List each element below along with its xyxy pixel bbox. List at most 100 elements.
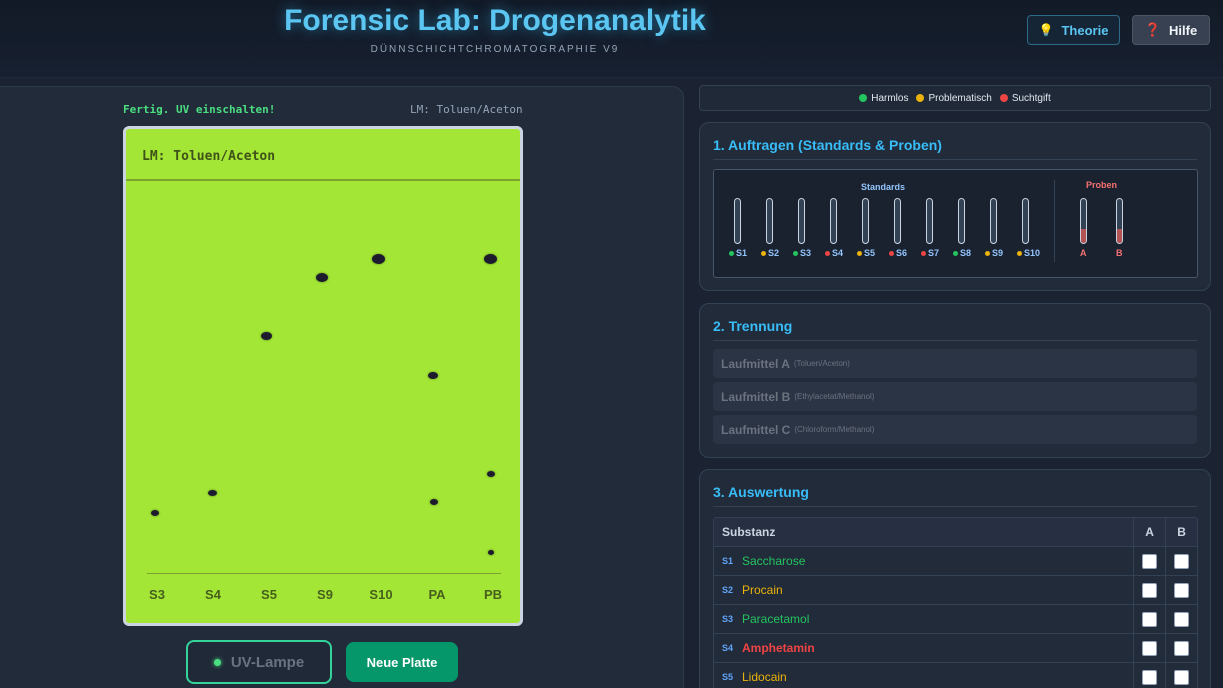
sample-label-b: B <box>1116 248 1123 258</box>
standard-label-s4: S4 <box>825 248 843 258</box>
solvent-b-button[interactable]: Laufmittel B (Ethylacetat/Methanol) <box>713 382 1197 411</box>
samples-label: Proben <box>1086 180 1118 190</box>
checkbox-b-s4[interactable] <box>1174 640 1190 656</box>
app-title: Forensic Lab: Drogenanalytik <box>284 4 706 37</box>
check-cell-a <box>1133 634 1165 662</box>
step3-card: 3. Auswertung Substanz A B S1 Saccharose S… <box>699 469 1211 688</box>
checkbox-b-s3[interactable] <box>1174 611 1190 627</box>
solvent-b-name: Laufmittel B <box>721 389 791 404</box>
standard-tube-s1[interactable] <box>734 198 741 244</box>
spot-s10 <box>372 254 385 264</box>
step2-title: 2. Trennung <box>713 318 1197 341</box>
solvent-info: LM: Toluen/Aceton <box>410 103 523 116</box>
standard-tube-s8[interactable] <box>958 198 965 244</box>
apply-panel: Standards Proben S1 S2 S3 S4 S5 S6 S7 S8 S9 S10 A B <box>713 169 1198 278</box>
category-dot-icon <box>985 250 990 256</box>
check-cell-a <box>1133 547 1165 575</box>
substance-id: S4 <box>722 643 734 653</box>
checkbox-b-s1[interactable] <box>1174 553 1190 569</box>
standard-label-s8: S8 <box>953 248 971 258</box>
header-substance: Substanz <box>722 525 776 539</box>
new-plate-button[interactable]: Neue Platte <box>346 642 458 682</box>
red-dot-icon <box>999 94 1008 102</box>
uv-lamp-button[interactable]: UV-Lampe <box>186 640 332 684</box>
checkbox-a-s4[interactable] <box>1142 640 1158 656</box>
lane-label: S9 <box>317 587 333 602</box>
solvent-c-button[interactable]: Laufmittel C (Chloroform/Methanol) <box>713 415 1197 444</box>
table-header: Substanz A B <box>714 518 1197 547</box>
table-row: S3 Paracetamol <box>714 605 1197 634</box>
spot-pb-1 <box>484 254 497 264</box>
standard-label-s7: S7 <box>921 248 939 258</box>
start-line <box>147 573 501 574</box>
help-button[interactable]: ❓ Hilfe <box>1132 15 1210 45</box>
category-dot-icon <box>1017 250 1022 256</box>
standard-label-s3: S3 <box>793 248 811 258</box>
solvent-c-sub: (Chloroform/Methanol) <box>794 425 875 434</box>
yellow-dot-icon <box>916 94 925 102</box>
standard-tube-s7[interactable] <box>926 198 933 244</box>
checkbox-b-s2[interactable] <box>1174 582 1190 598</box>
checkbox-a-s1[interactable] <box>1142 553 1158 569</box>
checkbox-a-s2[interactable] <box>1142 582 1158 598</box>
plate-solvent-label: LM: Toluen/Aceton <box>142 149 276 164</box>
spot-s4 <box>208 490 217 496</box>
spot-s5 <box>261 332 272 340</box>
category-dot-icon <box>729 250 734 256</box>
standard-tube-s9[interactable] <box>990 198 997 244</box>
sample-label-a: A <box>1080 248 1087 258</box>
standard-label-s9: S9 <box>985 248 1003 258</box>
solvent-c-name: Laufmittel C <box>721 422 791 437</box>
substance-name: Lidocain <box>742 670 787 684</box>
legend-harmless: Harmlos <box>859 93 908 104</box>
standard-tube-s6[interactable] <box>894 198 901 244</box>
category-dot-icon <box>793 250 798 256</box>
question-icon: ❓ <box>1144 22 1161 37</box>
category-dot-icon <box>825 250 830 256</box>
check-cell-b <box>1165 634 1197 662</box>
spot-s3 <box>151 510 159 516</box>
theory-button[interactable]: 💡 Theorie <box>1027 15 1120 45</box>
step1-card: 1. Auftragen (Standards & Proben) Standa… <box>699 122 1211 291</box>
legend-addictive: Suchtgift <box>999 92 1051 104</box>
check-cell-a <box>1133 576 1165 604</box>
sample-fill <box>1081 229 1086 243</box>
step1-title: 1. Auftragen (Standards & Proben) <box>713 137 1197 160</box>
table-row: S5 Lidocain <box>714 663 1197 688</box>
substance-cell: S1 Saccharose <box>714 554 1133 568</box>
table-row: S4 Amphetamin <box>714 634 1197 663</box>
substance-cell: S5 Lidocain <box>714 670 1133 684</box>
standard-label-s2: S2 <box>761 248 779 258</box>
spot-pb-2 <box>487 471 495 477</box>
substance-name: Paracetamol <box>742 612 810 626</box>
category-dot-icon <box>921 250 926 256</box>
standard-tube-s5[interactable] <box>862 198 869 244</box>
sample-tube-b[interactable] <box>1116 198 1123 244</box>
standard-tube-s4[interactable] <box>830 198 837 244</box>
substance-cell: S4 Amphetamin <box>714 641 1133 655</box>
checkbox-a-s5[interactable] <box>1142 669 1158 685</box>
substance-id: S3 <box>722 614 734 624</box>
lane-label: S5 <box>261 587 277 602</box>
solvent-a-button[interactable]: Laufmittel A (Toluen/Aceton) <box>713 349 1197 378</box>
legend-addictive-label: Suchtgift <box>1011 92 1051 104</box>
uv-lamp-label: UV-Lampe <box>230 653 305 671</box>
standard-label-s1: S1 <box>729 248 747 258</box>
sample-tube-a[interactable] <box>1080 198 1087 244</box>
standard-id: S8 <box>960 248 972 258</box>
substance-id: S1 <box>722 556 734 566</box>
standard-tube-s3[interactable] <box>798 198 805 244</box>
lightbulb-icon: 💡 <box>1038 23 1054 37</box>
check-cell-b <box>1165 663 1197 688</box>
check-cell-b <box>1165 605 1197 633</box>
standard-tube-s2[interactable] <box>766 198 773 244</box>
standard-tube-s10[interactable] <box>1022 198 1029 244</box>
checkbox-a-s3[interactable] <box>1142 611 1158 627</box>
checkbox-b-s5[interactable] <box>1174 669 1190 685</box>
standard-id: S6 <box>896 248 908 258</box>
step2-card: 2. Trennung Laufmittel A (Toluen/Aceton)… <box>699 303 1211 458</box>
step3-title: 3. Auswertung <box>713 484 1197 507</box>
legend-problematic: Problematisch <box>916 93 992 104</box>
green-dot-icon <box>859 94 868 102</box>
tlc-plate: LM: Toluen/Aceton S3 S4 S5 S9 S10 PA PB <box>123 126 523 626</box>
